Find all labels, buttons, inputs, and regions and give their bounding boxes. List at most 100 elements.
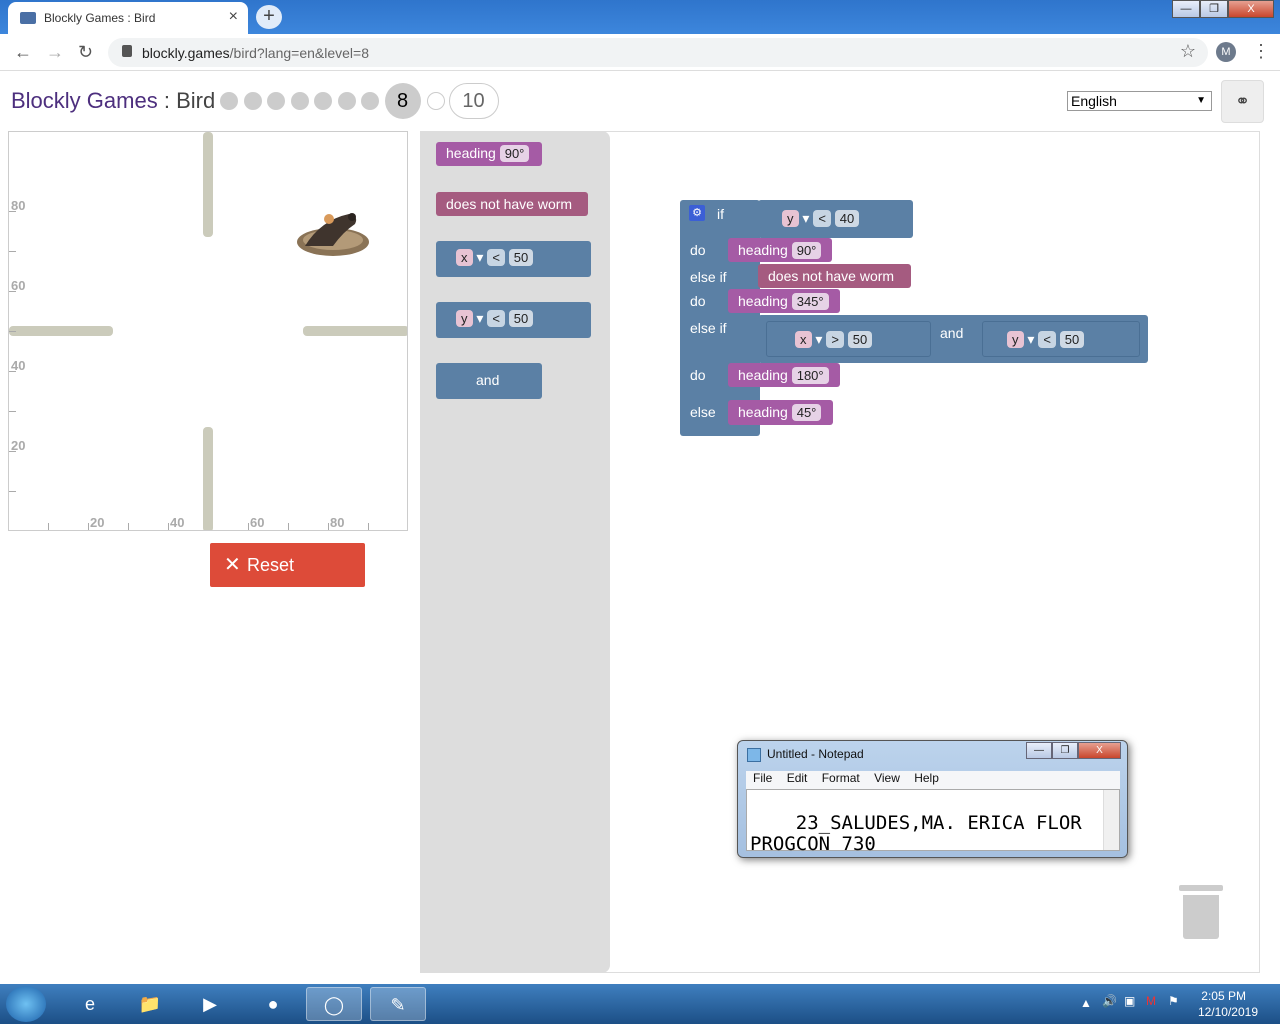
reload-icon[interactable]: ↻ (78, 42, 93, 63)
trash-can-icon[interactable] (1179, 885, 1223, 939)
menu-format[interactable]: Format (822, 771, 860, 785)
y-tick (9, 451, 16, 452)
x-tick (288, 523, 289, 530)
new-tab-button[interactable]: + (256, 5, 282, 29)
notepad-scrollbar[interactable] (1103, 790, 1119, 850)
link-icon: ⚭ (1234, 91, 1251, 111)
heading-block[interactable]: heading 180° (728, 363, 840, 387)
clock-time[interactable]: 2:05 PM (1201, 989, 1246, 1003)
notepad-menubar: File Edit Format View Help (746, 771, 1120, 789)
notepad-taskbar-icon[interactable]: ✎ (370, 987, 426, 1021)
compare-x-greater-block[interactable]: x ▾ > 50 (766, 321, 931, 357)
language-select[interactable]: English ▼ (1067, 91, 1212, 111)
does-not-have-worm-block[interactable]: does not have worm (436, 192, 588, 216)
compare-x-block[interactable]: x ▾ < 50 (436, 241, 591, 277)
x-tick (368, 523, 369, 530)
x-axis-label: 40 (170, 515, 185, 530)
page-title: Blockly Games : Bird (11, 88, 216, 113)
tray-expand-icon[interactable]: ▲ (1080, 996, 1092, 1010)
notepad-icon (747, 748, 761, 762)
network-icon[interactable]: ▣ (1124, 994, 1135, 1008)
forward-arrow-icon[interactable]: → (46, 42, 64, 63)
window-close-button[interactable]: X (1228, 0, 1274, 18)
menu-help[interactable]: Help (914, 771, 939, 785)
level-4-dot[interactable] (290, 92, 309, 110)
x-tick (48, 523, 49, 530)
level-2-dot[interactable] (243, 92, 262, 110)
volume-icon[interactable]: 🔊 (1102, 994, 1117, 1008)
heading-block[interactable]: heading 345° (728, 289, 840, 313)
notepad-window[interactable]: Untitled - Notepad — ❐ X File Edit Forma… (737, 740, 1128, 858)
reset-button[interactable]: ✕ Reset (210, 543, 365, 587)
level-1-dot[interactable] (220, 92, 238, 110)
y-tick (9, 211, 16, 212)
current-level[interactable]: 8 (384, 83, 421, 119)
window-controls: — ❐ X (1172, 0, 1274, 18)
last-level[interactable]: 10 (448, 83, 499, 119)
notepad-text-area[interactable]: 23_SALUDES,MA. ERICA FLOR PROGCON 730 (746, 789, 1120, 855)
does-not-have-worm-block[interactable]: does not have worm (758, 264, 911, 288)
condition-y-less-block[interactable]: y ▾ < 40 (758, 200, 913, 238)
system-tray: ▲ 🔊 ▣ M ⚑ 2:05 PM 12/10/2019 (1070, 984, 1280, 1024)
and-block[interactable]: and (436, 363, 542, 399)
heading-block[interactable]: heading 45° (728, 400, 833, 425)
x-axis-label: 80 (330, 515, 345, 530)
block-toolbox-flyout: heading 90° does not have worm x ▾ < 50 … (420, 131, 610, 973)
compare-y-block[interactable]: y ▾ < 50 (436, 302, 591, 338)
bird-visualization: 80 60 40 20 20 40 60 80 (8, 131, 408, 531)
antivirus-icon[interactable]: M (1146, 994, 1156, 1008)
wall-bottom (203, 427, 213, 530)
menu-edit[interactable]: Edit (787, 771, 808, 785)
x-axis-label: 20 (90, 515, 105, 530)
y-tick (9, 291, 16, 292)
url-text: blockly.games/bird?lang=en&level=8 (142, 45, 370, 61)
gear-icon[interactable]: ⚙ (689, 205, 705, 221)
wall-top (203, 132, 213, 237)
window-minimize-button[interactable]: — (1172, 0, 1200, 18)
level-9-dot[interactable] (426, 92, 445, 110)
bookmark-star-icon[interactable]: ☆ (1180, 41, 1196, 62)
notepad-restore-button[interactable]: ❐ (1052, 742, 1078, 759)
y-tick (9, 371, 16, 372)
dropdown-arrow-icon: ▼ (1196, 95, 1206, 106)
game-name: Bird (176, 88, 216, 113)
y-tick (9, 491, 16, 492)
notepad-close-button[interactable]: X (1078, 742, 1121, 759)
browser-tab[interactable]: Blockly Games : Bird × (8, 2, 248, 34)
level-selector: 8 10 (220, 83, 499, 119)
heading-block[interactable]: heading 90° (436, 142, 542, 166)
clock-date[interactable]: 12/10/2019 (1198, 1005, 1258, 1019)
compare-y-less-block[interactable]: y ▾ < 50 (982, 321, 1140, 357)
start-button[interactable] (6, 986, 46, 1022)
x-tick (328, 523, 329, 530)
heading-block[interactable]: heading 90° (728, 238, 832, 262)
file-explorer-icon[interactable]: 📁 (122, 987, 178, 1021)
profile-avatar[interactable]: M (1216, 42, 1236, 62)
bird-in-nest-icon (297, 213, 369, 256)
link-button[interactable]: ⚭ (1221, 80, 1264, 123)
menu-view[interactable]: View (874, 771, 900, 785)
browser-menu-icon[interactable]: ⋮ (1252, 41, 1270, 62)
game-app-icon[interactable]: ● (245, 987, 301, 1021)
level-3-dot[interactable] (267, 92, 285, 110)
chrome-icon[interactable]: ◯ (306, 987, 362, 1021)
lock-icon (122, 45, 132, 57)
and-condition-block[interactable]: x ▾ > 50 and y ▾ < 50 (758, 315, 1148, 363)
window-restore-button[interactable]: ❐ (1200, 0, 1228, 18)
x-tick (128, 523, 129, 530)
x-tick (88, 523, 89, 530)
menu-file[interactable]: File (753, 771, 772, 785)
tab-close-icon[interactable]: × (229, 8, 238, 26)
brand-link[interactable]: Blockly Games (11, 88, 158, 113)
level-6-dot[interactable] (337, 92, 356, 110)
browser-toolbar: ← → ↻ blockly.games/bird?lang=en&level=8… (0, 34, 1280, 71)
media-player-icon[interactable]: ▶ (182, 987, 238, 1021)
back-arrow-icon[interactable]: ← (14, 42, 32, 63)
action-center-flag-icon[interactable]: ⚑ (1168, 994, 1179, 1008)
level-7-dot[interactable] (361, 92, 379, 110)
address-bar[interactable]: blockly.games/bird?lang=en&level=8 ☆ (108, 38, 1208, 67)
notepad-minimize-button[interactable]: — (1026, 742, 1052, 759)
level-5-dot[interactable] (314, 92, 332, 110)
internet-explorer-icon[interactable]: e (62, 987, 118, 1021)
notepad-window-controls: — ❐ X (1026, 742, 1121, 759)
